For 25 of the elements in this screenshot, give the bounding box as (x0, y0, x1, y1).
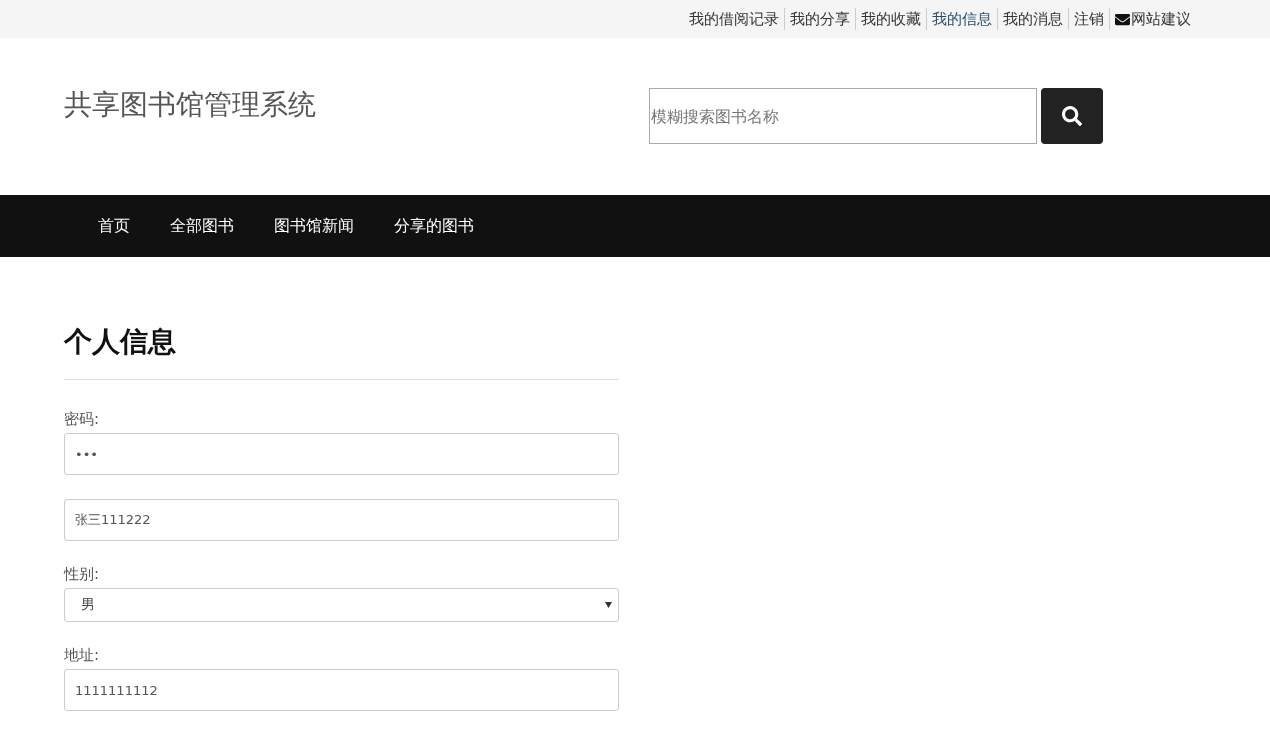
nav-link[interactable]: 全部图书 (150, 215, 254, 237)
nav-link[interactable]: 图书馆新闻 (254, 215, 374, 237)
top-link[interactable]: 我的消息 (997, 8, 1068, 30)
top-link[interactable]: 网站建议 (1109, 8, 1196, 30)
search-icon (1062, 106, 1082, 126)
search-button[interactable] (1041, 88, 1103, 144)
site-title: 共享图书馆管理系统 (64, 87, 317, 123)
page-heading: 个人信息 (64, 323, 619, 380)
top-link[interactable]: 注销 (1068, 8, 1109, 30)
input-field[interactable]: 1111111112 (64, 669, 619, 711)
envelope-icon (1115, 11, 1130, 27)
top-link[interactable]: 我的收藏 (855, 8, 926, 30)
select-field[interactable]: 男 (64, 588, 619, 622)
search-field[interactable]: 模糊搜索图书名称 (649, 88, 1037, 144)
nav-link[interactable]: 分享的图书 (374, 215, 494, 237)
caret-icon (605, 602, 612, 608)
input-field[interactable]: ••• (64, 433, 619, 475)
field-label: 地址: (64, 646, 101, 665)
nav-link[interactable]: 首页 (78, 215, 150, 237)
top-link[interactable]: 我的分享 (784, 8, 855, 30)
top-link[interactable]: 我的信息 (926, 8, 997, 30)
input-field[interactable]: 张三111222 (64, 499, 619, 541)
field-label: 性别: (64, 565, 101, 584)
top-link[interactable]: 我的借阅记录 (684, 8, 784, 30)
field-label: 密码: (64, 410, 101, 429)
